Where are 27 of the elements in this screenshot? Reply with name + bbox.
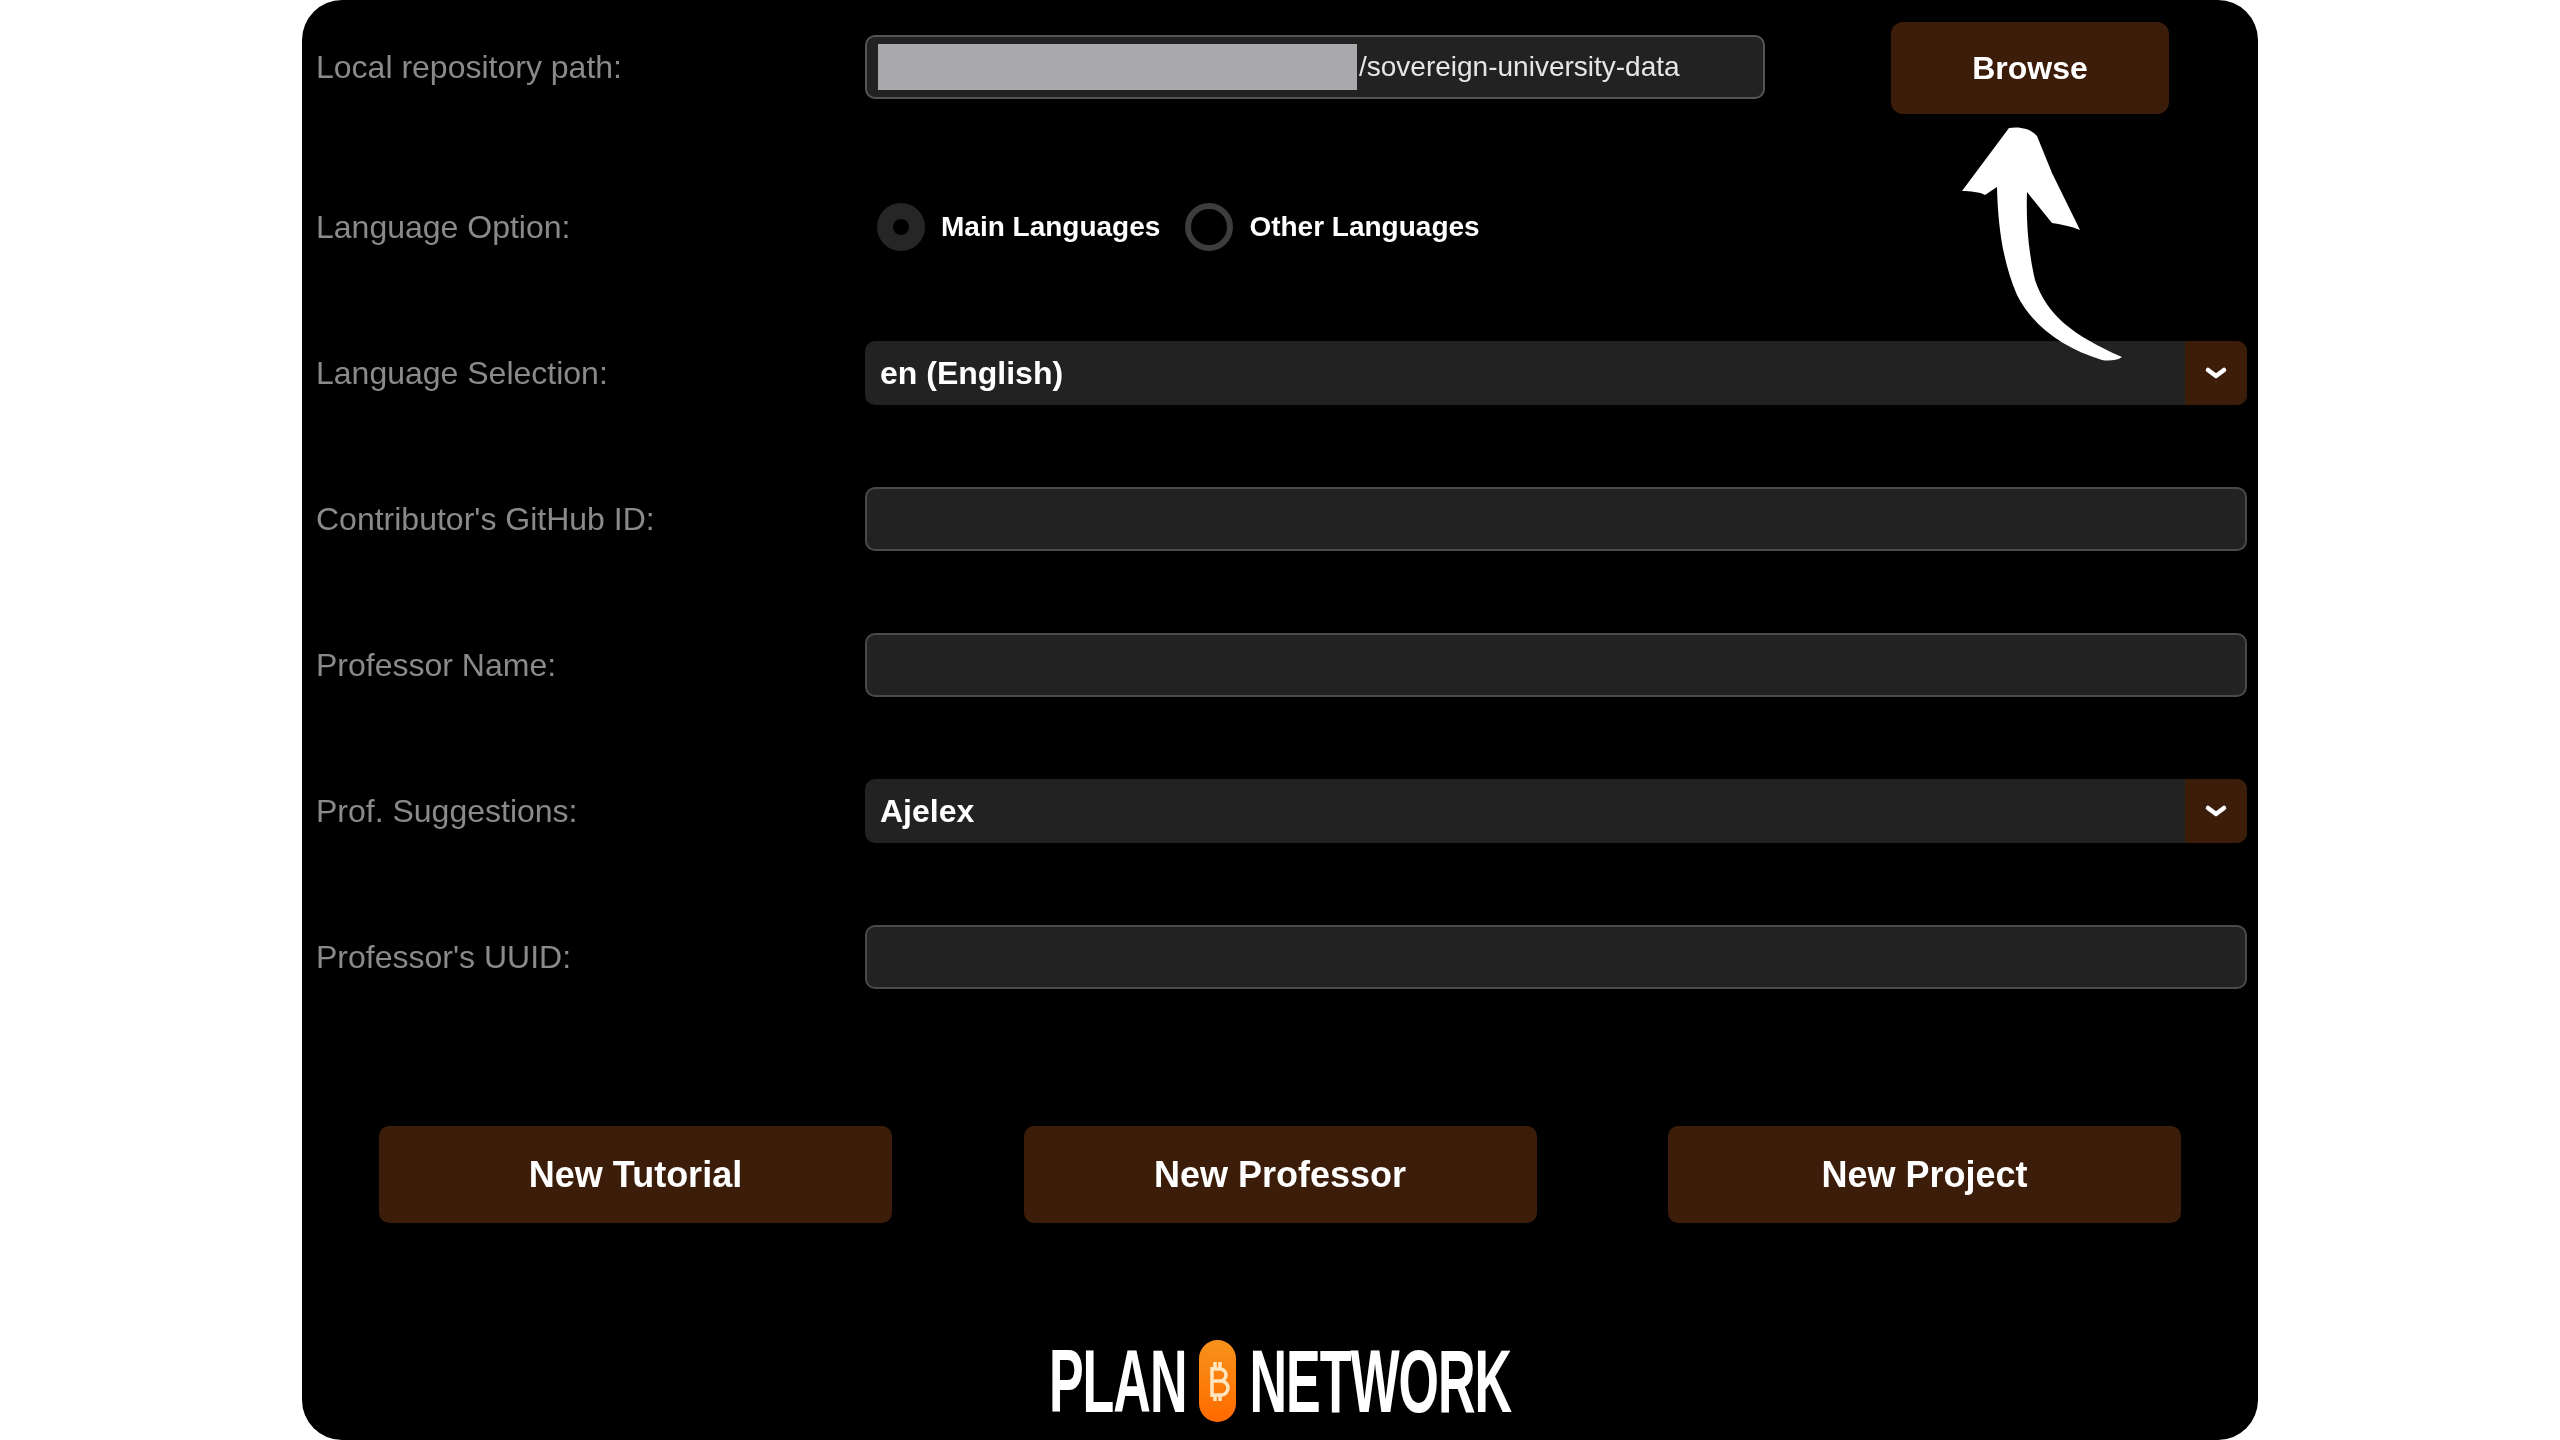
radio-button[interactable] <box>877 203 925 251</box>
text-input[interactable] <box>865 487 2247 551</box>
chevron-down-icon[interactable] <box>2185 779 2247 843</box>
field-label: Prof. Suggestions: <box>316 792 579 831</box>
browse-button[interactable]: Browse <box>1891 22 2169 114</box>
text-input[interactable] <box>865 633 2247 697</box>
bitcoin-icon <box>1199 1340 1237 1422</box>
curved-arrow-icon <box>1960 126 2122 361</box>
logo-text: NETWORK <box>1249 1336 1512 1426</box>
field-label: Language Option: <box>316 208 572 247</box>
text-input[interactable] <box>865 925 2247 989</box>
action-button[interactable]: New Tutorial <box>379 1126 892 1223</box>
dropdown[interactable]: Ajelex <box>865 779 2247 843</box>
radio-label: Main Languages <box>941 210 1161 244</box>
path-field[interactable]: /sovereign-university-data <box>865 35 1765 99</box>
action-button[interactable]: New Professor <box>1023 1126 1537 1223</box>
radio-button[interactable] <box>1185 203 1234 251</box>
action-button[interactable]: New Project <box>1668 1126 2181 1223</box>
chevron-down-icon[interactable] <box>2185 341 2247 405</box>
field-label: Local repository path: <box>316 48 623 87</box>
field-label: Language Selection: <box>316 354 609 393</box>
dropdown[interactable]: en (English) <box>865 341 2247 405</box>
logo-text: PLAN <box>1048 1336 1187 1426</box>
radio-label: Other Languages <box>1249 210 1480 244</box>
field-label: Professor Name: <box>316 646 558 685</box>
field-label: Contributor's GitHub ID: <box>316 500 656 539</box>
field-label: Professor's UUID: <box>316 938 573 977</box>
